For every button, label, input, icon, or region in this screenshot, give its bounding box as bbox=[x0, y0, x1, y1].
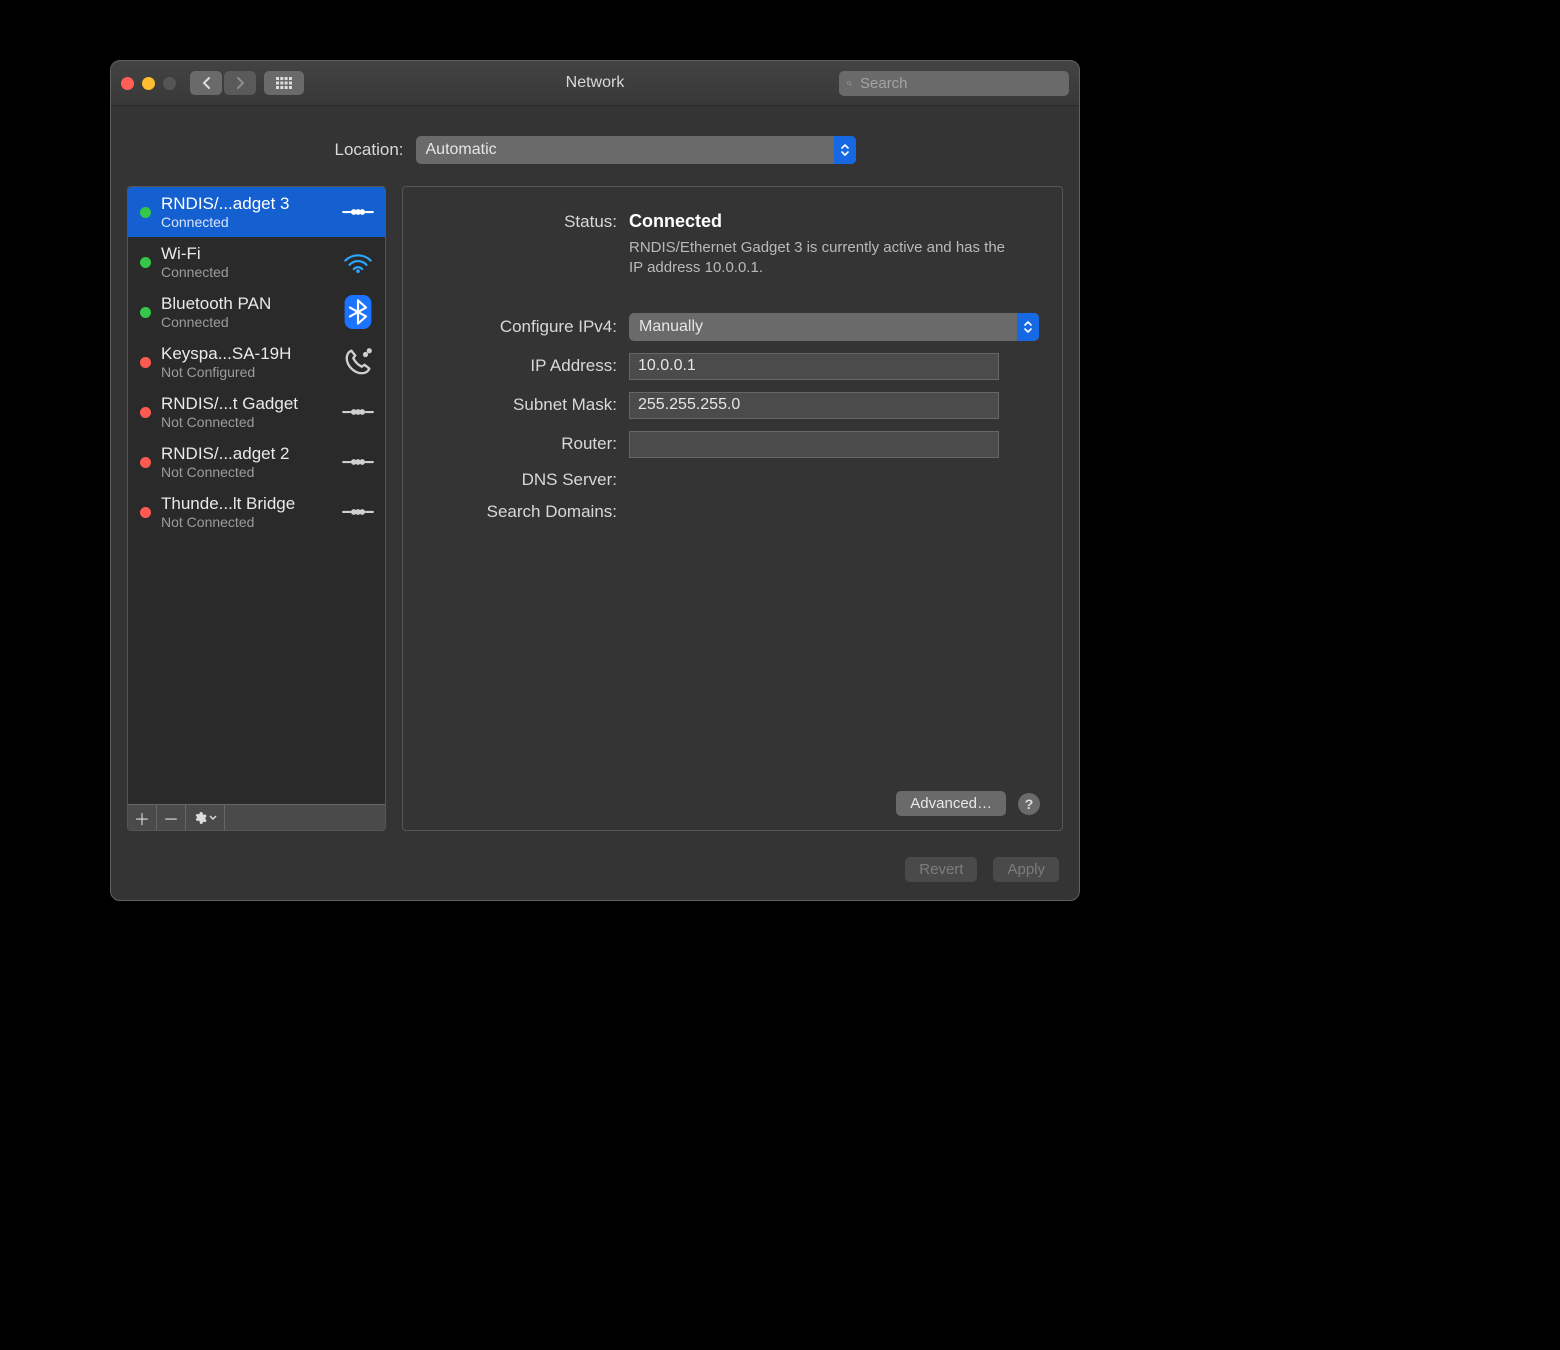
location-bar: Location: Automatic bbox=[111, 106, 1079, 186]
preferences-window: Network Location: Automatic RNDIS/...adg… bbox=[110, 60, 1080, 901]
router-field[interactable] bbox=[629, 431, 999, 458]
status-value: Connected bbox=[629, 211, 1040, 232]
phone-icon bbox=[341, 345, 375, 379]
interface-item[interactable]: Keyspa...SA-19HNot Configured bbox=[128, 337, 385, 387]
interface-item[interactable]: Thunde...lt BridgeNot Connected bbox=[128, 487, 385, 537]
dns-server-label: DNS Server: bbox=[425, 470, 629, 490]
ethernet-icon bbox=[341, 395, 375, 429]
configure-ipv4-label: Configure IPv4: bbox=[425, 317, 629, 337]
status-label: Status: bbox=[425, 212, 629, 232]
apply-button[interactable]: Apply bbox=[993, 857, 1059, 882]
revert-button[interactable]: Revert bbox=[905, 857, 977, 882]
back-button[interactable] bbox=[190, 71, 222, 95]
ethernet-icon bbox=[341, 445, 375, 479]
interface-status: Not Connected bbox=[161, 464, 331, 480]
interface-name: Thunde...lt Bridge bbox=[161, 494, 331, 514]
help-button[interactable]: ? bbox=[1018, 793, 1040, 815]
configure-ipv4-select[interactable]: Manually bbox=[629, 313, 1039, 341]
interfaces-sidebar: RNDIS/...adget 3Connected Wi-FiConnected… bbox=[127, 186, 386, 831]
interface-status: Not Configured bbox=[161, 364, 331, 380]
subnet-mask-field[interactable] bbox=[629, 392, 999, 419]
router-label: Router: bbox=[425, 434, 629, 454]
status-dot bbox=[140, 407, 151, 418]
select-stepper-icon bbox=[834, 136, 856, 164]
interface-status: Connected bbox=[161, 214, 331, 230]
status-dot bbox=[140, 457, 151, 468]
status-dot bbox=[140, 207, 151, 218]
chevron-left-icon bbox=[202, 77, 211, 89]
interface-name: Keyspa...SA-19H bbox=[161, 344, 331, 364]
interface-item[interactable]: RNDIS/...t GadgetNot Connected bbox=[128, 387, 385, 437]
search-field[interactable] bbox=[839, 71, 1069, 96]
configure-ipv4-value: Manually bbox=[639, 318, 703, 336]
nav-buttons bbox=[190, 71, 256, 95]
interface-name: RNDIS/...adget 3 bbox=[161, 194, 331, 214]
chevron-right-icon bbox=[236, 77, 245, 89]
interface-name: RNDIS/...t Gadget bbox=[161, 394, 331, 414]
status-dot bbox=[140, 307, 151, 318]
forward-button[interactable] bbox=[224, 71, 256, 95]
interface-name: Wi-Fi bbox=[161, 244, 331, 264]
ip-address-field[interactable] bbox=[629, 353, 999, 380]
main-area: RNDIS/...adget 3Connected Wi-FiConnected… bbox=[111, 186, 1079, 847]
ethernet-icon bbox=[341, 195, 375, 229]
search-domains-label: Search Domains: bbox=[425, 502, 629, 522]
subnet-mask-label: Subnet Mask: bbox=[425, 395, 629, 415]
ip-address-label: IP Address: bbox=[425, 356, 629, 376]
status-dot bbox=[140, 257, 151, 268]
location-label: Location: bbox=[335, 140, 404, 160]
select-stepper-icon bbox=[1017, 313, 1039, 341]
minimize-window-button[interactable] bbox=[142, 77, 155, 90]
interface-name: RNDIS/...adget 2 bbox=[161, 444, 331, 464]
interface-status: Connected bbox=[161, 314, 331, 330]
location-value: Automatic bbox=[426, 141, 497, 159]
titlebar: Network bbox=[111, 61, 1079, 106]
interface-actions-button[interactable] bbox=[186, 805, 225, 830]
advanced-button[interactable]: Advanced… bbox=[896, 791, 1006, 816]
interface-item[interactable]: RNDIS/...adget 2Not Connected bbox=[128, 437, 385, 487]
search-input[interactable] bbox=[858, 74, 1061, 93]
close-window-button[interactable] bbox=[121, 77, 134, 90]
interface-detail: Status: Connected RNDIS/Ethernet Gadget … bbox=[402, 186, 1063, 831]
location-select[interactable]: Automatic bbox=[416, 136, 856, 164]
search-icon bbox=[847, 76, 852, 91]
zoom-window-button[interactable] bbox=[163, 77, 176, 90]
interface-item[interactable]: Wi-FiConnected bbox=[128, 237, 385, 287]
grid-icon bbox=[276, 77, 292, 89]
remove-interface-button[interactable]: － bbox=[157, 805, 186, 830]
sidebar-footer: ＋ － bbox=[128, 804, 385, 830]
bluetooth-icon bbox=[341, 295, 375, 329]
add-interface-button[interactable]: ＋ bbox=[128, 805, 157, 830]
wifi-icon bbox=[341, 245, 375, 279]
interface-name: Bluetooth PAN bbox=[161, 294, 331, 314]
status-dot bbox=[140, 507, 151, 518]
interface-item[interactable]: Bluetooth PANConnected bbox=[128, 287, 385, 337]
interface-status: Connected bbox=[161, 264, 331, 280]
ethernet-icon bbox=[341, 495, 375, 529]
interface-status: Not Connected bbox=[161, 414, 331, 430]
interface-item[interactable]: RNDIS/...adget 3Connected bbox=[128, 187, 385, 237]
status-dot bbox=[140, 357, 151, 368]
window-controls bbox=[121, 77, 176, 90]
chevron-down-icon bbox=[209, 815, 217, 821]
gear-icon bbox=[193, 811, 207, 825]
footer: Revert Apply bbox=[111, 847, 1079, 900]
interface-status: Not Connected bbox=[161, 514, 331, 530]
status-description: RNDIS/Ethernet Gadget 3 is currently act… bbox=[629, 238, 1009, 279]
show-all-button[interactable] bbox=[264, 71, 304, 95]
